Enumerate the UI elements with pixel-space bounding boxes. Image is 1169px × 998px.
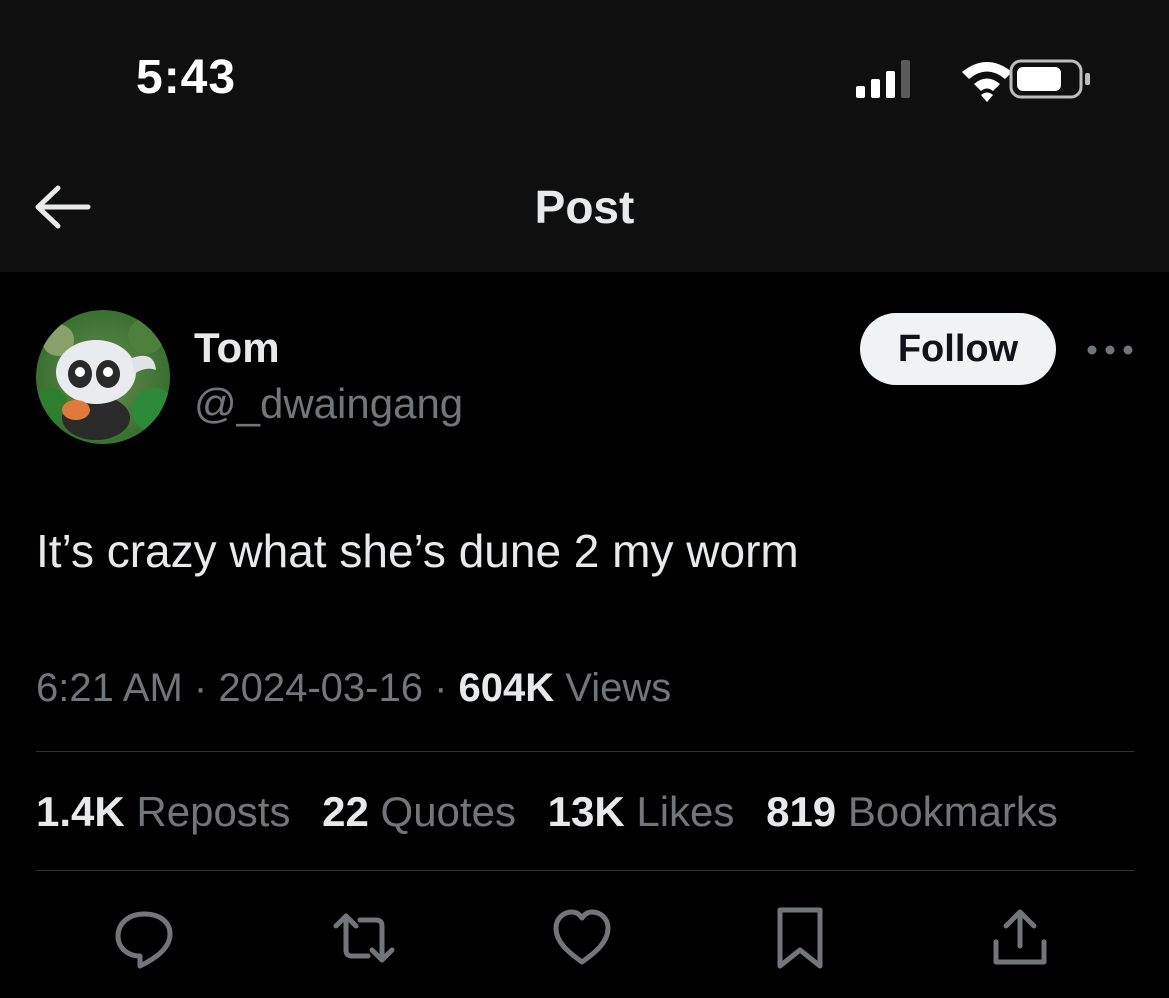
views-count: 604K [458,666,555,710]
meta-separator: · [193,666,208,710]
divider [36,870,1134,871]
meta-separator: · [434,666,448,710]
like-icon[interactable] [550,906,614,970]
stat-bookmarks[interactable]: 819 Bookmarks [766,788,1058,836]
divider [36,751,1134,752]
cellular-signal-icon [856,60,910,98]
stat-count: 819 [766,788,837,835]
post-text: It’s crazy what she’s dune 2 my worm [36,525,799,577]
bookmark-icon[interactable] [768,906,832,970]
stat-label: Reposts [136,788,291,835]
stat-count: 1.4K [36,788,125,835]
views-label: Views [565,666,672,710]
page-title: Post [534,181,635,233]
share-icon[interactable] [988,906,1052,970]
repost-icon[interactable] [332,906,396,970]
status-bar-icons [856,59,1090,102]
status-bar-time: 5:43 [136,51,237,104]
stat-label: Likes [636,788,735,835]
more-horizontal-icon[interactable] [1082,330,1138,370]
stat-likes[interactable]: 13K Likes [548,788,735,836]
battery-icon [1009,59,1090,99]
stat-count: 22 [322,788,369,835]
post-date[interactable]: 2024-03-16 [218,666,423,710]
stat-label: Quotes [380,788,516,835]
avatar[interactable] [36,310,170,444]
wifi-icon [962,62,1012,102]
post-meta: 6:21 AM · 2024-03-16 · 604K Views [36,666,671,711]
top-bar: 5:43 Post [0,0,1169,272]
author-handle[interactable]: @_dwaingang [194,380,463,428]
reply-icon[interactable] [112,906,176,970]
stat-quotes[interactable]: 22 Quotes [322,788,516,836]
stat-reposts[interactable]: 1.4K Reposts [36,788,290,836]
stat-label: Bookmarks [847,788,1058,835]
avatar-image [36,310,170,444]
author-display-name[interactable]: Tom [194,324,280,372]
post-time[interactable]: 6:21 AM [36,666,183,710]
engagement-stats: 1.4K Reposts 22 Quotes 13K Likes 819 Boo… [36,788,1078,836]
stat-count: 13K [547,788,625,835]
follow-button[interactable]: Follow [860,313,1056,385]
